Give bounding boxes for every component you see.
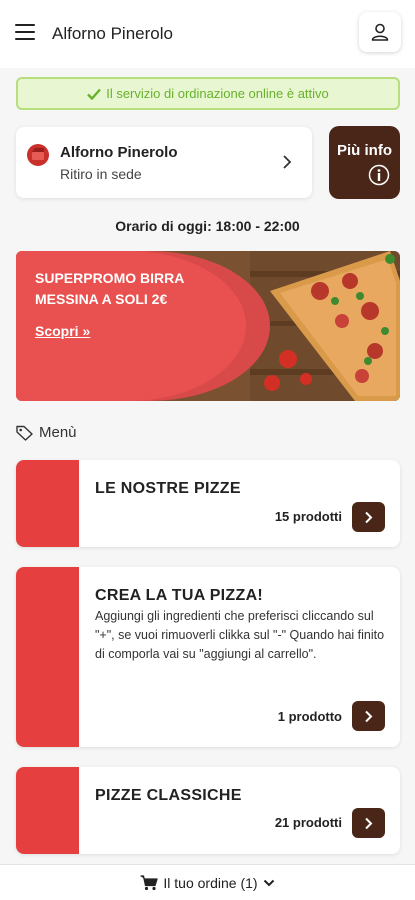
more-info-button[interactable]: Più info [329,126,400,199]
store-selector[interactable]: Alforno Pinerolo Ritiro in sede [16,127,312,198]
user-icon [371,23,389,41]
store-name: Alforno Pinerolo [60,144,178,161]
category-count: 15 prodotti [274,509,342,524]
check-icon [87,88,102,100]
chevron-right-icon [283,155,292,169]
status-message: Il servizio di ordinazione online è atti… [106,86,329,101]
chevron-down-icon [263,879,274,886]
page-title: Alforno Pinerolo [52,24,173,43]
category-image [16,460,79,547]
menu-icon[interactable] [15,24,35,42]
promo-discover-link[interactable]: Scopri » [35,323,90,339]
category-card[interactable]: LE NOSTRE PIZZE 15 prodotti [16,460,400,547]
category-title: PIZZE CLASSICHE [95,787,242,804]
category-card[interactable]: CREA LA TUA PIZZA! Aggiungi gli ingredie… [16,567,400,747]
promo-title: SUPERPROMO BIRRA MESSINA A SOLI 2€ [35,270,184,307]
category-open-button[interactable] [352,808,385,838]
menu-section-header: Menù [16,424,77,441]
category-card[interactable]: PIZZE CLASSICHE 21 prodotti [16,767,400,854]
cart-icon [140,874,159,890]
promo-link-label: Scopri [35,323,79,339]
cart-bar[interactable]: Il tuo ordine (1) [0,864,415,900]
more-info-label: Più info [337,142,392,159]
menu-label: Menù [39,424,77,441]
info-icon [368,164,390,186]
cart-label: Il tuo ordine (1) [163,874,258,891]
category-image [16,567,79,747]
category-open-button[interactable] [352,502,385,532]
category-open-button[interactable] [352,701,385,731]
promo-banner[interactable]: SUPERPROMO BIRRA MESSINA A SOLI 2€ Scopr… [16,251,400,401]
store-icon [27,144,49,166]
chevron-right-icon [365,511,373,523]
tag-icon [16,425,33,441]
app-header: Alforno Pinerolo [0,0,415,68]
chevron-right-icon [365,710,373,722]
category-description: Aggiungi gli ingredienti che preferisci … [95,609,385,661]
category-count: 1 prodotto [277,709,342,724]
double-chevron-right-icon: » [82,323,91,339]
chevron-right-icon [365,817,373,829]
pickup-mode: Ritiro in sede [60,166,142,182]
category-title: LE NOSTRE PIZZE [95,480,241,497]
opening-hours: Orario di oggi: 18:00 - 22:00 [115,218,300,234]
category-image [16,767,79,854]
category-title: CREA LA TUA PIZZA! [95,587,264,604]
account-button[interactable] [359,12,401,52]
category-count: 21 prodotti [274,815,342,830]
pizza-image [250,251,400,401]
ordering-status-banner: Il servizio di ordinazione online è atti… [16,77,400,110]
